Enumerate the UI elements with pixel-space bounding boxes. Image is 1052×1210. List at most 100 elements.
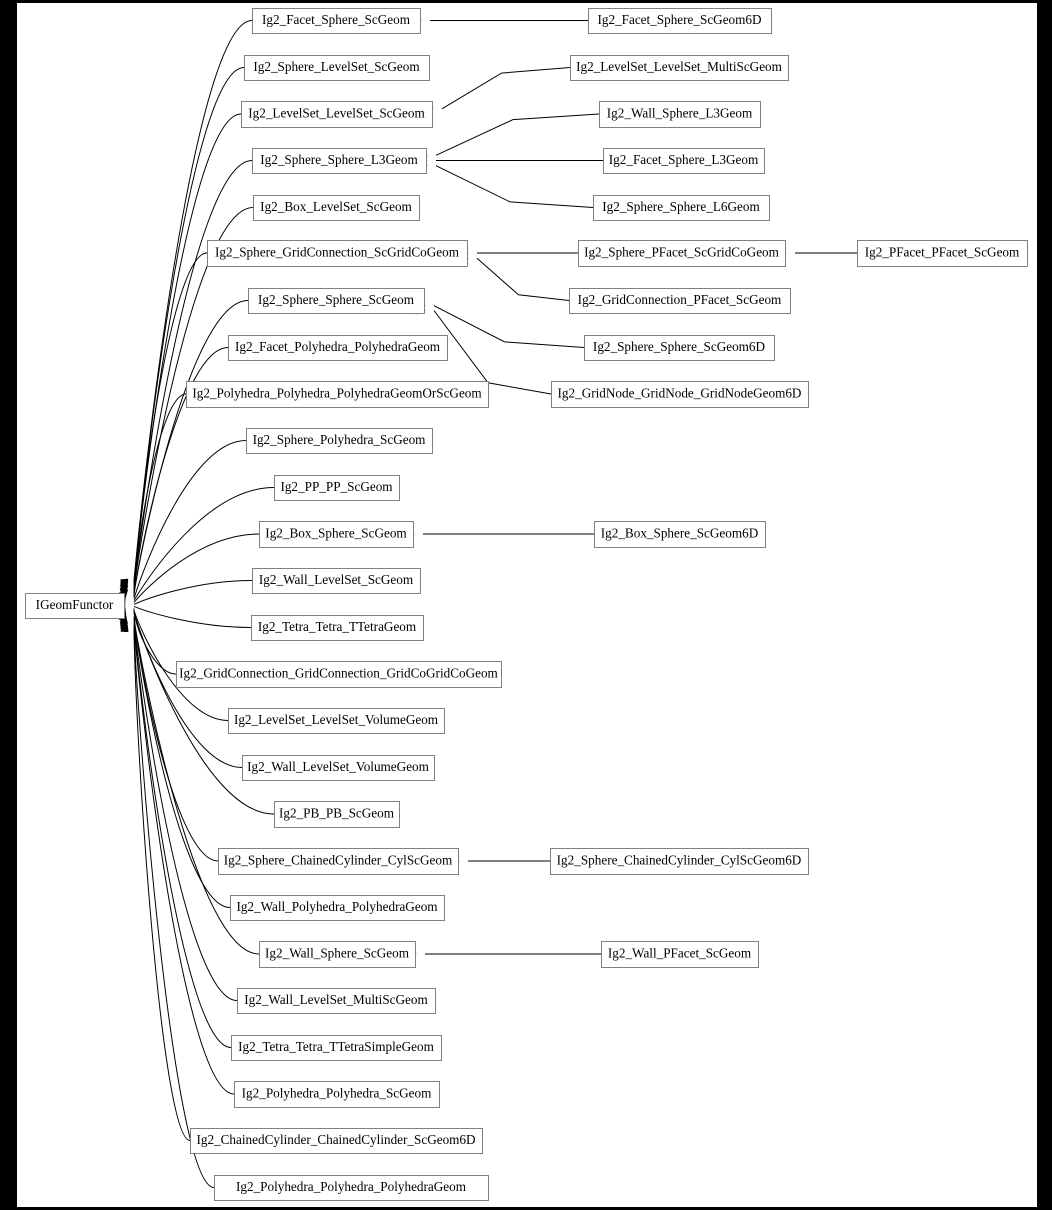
class-node-label: Ig2_GridConnection_GridConnection_GridCo…: [179, 666, 498, 681]
class-node[interactable]: Ig2_Sphere_PFacet_ScGridCoGeom: [578, 240, 786, 267]
class-node[interactable]: Ig2_Sphere_ChainedCylinder_CylScGeom6D: [550, 848, 809, 875]
class-node[interactable]: Ig2_Wall_Sphere_L3Geom: [599, 101, 761, 128]
class-node[interactable]: Ig2_Facet_Polyhedra_PolyhedraGeom: [228, 335, 448, 361]
class-node[interactable]: Ig2_Box_Sphere_ScGeom: [259, 521, 414, 548]
class-node-label: Ig2_PFacet_PFacet_ScGeom: [865, 245, 1020, 260]
inheritance-edge: [458, 248, 578, 258]
class-node[interactable]: Ig2_Sphere_Sphere_ScGeom6D: [584, 335, 775, 361]
inheritance-edge: [120, 113, 242, 592]
class-node-label: Ig2_LevelSet_LevelSet_MultiScGeom: [576, 59, 783, 74]
class-node-label: Ig2_PP_PP_ScGeom: [280, 479, 393, 494]
edge-line: [441, 67, 571, 110]
class-node[interactable]: Ig2_Wall_Sphere_ScGeom: [259, 941, 416, 968]
class-node[interactable]: Ig2_Box_Sphere_ScGeom6D: [594, 521, 766, 548]
class-node[interactable]: Ig2_Polyhedra_Polyhedra_PolyhedraGeomOrS…: [186, 381, 489, 408]
class-node-label: Ig2_Sphere_GridConnection_ScGridCoGeom: [215, 245, 460, 260]
class-node-root[interactable]: IGeomFunctor: [25, 593, 125, 619]
class-node[interactable]: Ig2_Sphere_ChainedCylinder_CylScGeom: [218, 848, 459, 875]
edge-line: [133, 612, 243, 768]
class-node-label: Ig2_GridNode_GridNode_GridNodeGeom6D: [558, 386, 802, 401]
class-node[interactable]: Ig2_GridConnection_PFacet_ScGeom: [569, 288, 791, 314]
edge-line: [133, 608, 177, 675]
class-node[interactable]: Ig2_LevelSet_LevelSet_MultiScGeom: [570, 55, 789, 81]
inheritance-edge: [118, 440, 247, 602]
class-node[interactable]: Ig2_Sphere_Polyhedra_ScGeom: [246, 428, 433, 454]
class-node[interactable]: Ig2_Sphere_GridConnection_ScGridCoGeom: [207, 240, 468, 267]
edge-layer: [114, 16, 857, 1188]
class-node[interactable]: Ig2_Tetra_Tetra_TTetraGeom: [251, 615, 424, 641]
edge-line: [133, 20, 253, 581]
class-node[interactable]: Ig2_Sphere_Sphere_L6Geom: [593, 195, 770, 221]
class-node-label: Ig2_Facet_Sphere_L3Geom: [609, 152, 759, 167]
class-node-label: Ig2_Box_LevelSet_ScGeom: [260, 199, 412, 214]
class-node-label: Ig2_Wall_Polyhedra_PolyhedraGeom: [236, 899, 438, 914]
edge-line: [133, 252, 208, 591]
class-node[interactable]: Ig2_Wall_LevelSet_MultiScGeom: [237, 988, 436, 1014]
class-node-label: Ig2_Facet_Polyhedra_PolyhedraGeom: [235, 339, 441, 354]
class-node-label: Ig2_ChainedCylinder_ChainedCylinder_ScGe…: [196, 1132, 475, 1147]
class-node-label: Ig2_Facet_Sphere_ScGeom: [262, 12, 411, 27]
class-node[interactable]: Ig2_GridNode_GridNode_GridNodeGeom6D: [551, 381, 809, 408]
inheritance-edge: [449, 856, 550, 866]
class-node-label: Ig2_Facet_Sphere_ScGeom6D: [597, 12, 761, 27]
class-node[interactable]: Ig2_Box_LevelSet_ScGeom: [253, 195, 420, 221]
class-node-label: Ig2_Box_Sphere_ScGeom: [265, 526, 407, 541]
node-layer: IGeomFunctor Ig2_Facet_Sphere_ScGeom Ig2_F…: [25, 8, 1028, 1201]
diagram-canvas: IGeomFunctor Ig2_Facet_Sphere_ScGeom Ig2_F…: [17, 3, 1037, 1207]
class-node-label: Ig2_Tetra_Tetra_TTetraSimpleGeom: [238, 1039, 434, 1054]
class-node[interactable]: Ig2_PB_PB_ScGeom: [274, 801, 400, 828]
class-node[interactable]: Ig2_Polyhedra_Polyhedra_PolyhedraGeom: [214, 1175, 489, 1201]
class-node-label: Ig2_Tetra_Tetra_TTetraGeom: [258, 619, 417, 634]
inheritance-edge: [417, 156, 603, 165]
class-node[interactable]: Ig2_LevelSet_LevelSet_ScGeom: [241, 101, 433, 128]
class-node-label: Ig2_Sphere_Sphere_ScGeom: [258, 292, 415, 307]
class-node[interactable]: Ig2_ChainedCylinder_ChainedCylinder_ScGe…: [190, 1128, 483, 1154]
class-node-label: Ig2_Wall_LevelSet_MultiScGeom: [244, 992, 428, 1007]
class-node-label: Ig2_Polyhedra_Polyhedra_ScGeom: [242, 1086, 432, 1101]
class-node[interactable]: Ig2_Wall_LevelSet_VolumeGeom: [242, 755, 435, 781]
class-node[interactable]: Ig2_PFacet_PFacet_ScGeom: [857, 240, 1028, 267]
class-node-label: Ig2_PB_PB_ScGeom: [279, 806, 395, 821]
edge-line: [133, 533, 260, 603]
class-node-label: Ig2_Sphere_Sphere_L6Geom: [602, 199, 760, 214]
edge-line: [133, 393, 187, 597]
class-node[interactable]: Ig2_Polyhedra_Polyhedra_ScGeom: [234, 1081, 440, 1108]
inheritance-edge: [423, 67, 571, 113]
class-node[interactable]: Ig2_Wall_Polyhedra_PolyhedraGeom: [230, 895, 445, 921]
edge-line: [133, 67, 245, 583]
inheritance-edge: [120, 620, 191, 1141]
class-node[interactable]: Ig2_Sphere_Sphere_ScGeom: [248, 288, 425, 314]
class-node[interactable]: Ig2_Facet_Sphere_L3Geom: [603, 148, 765, 174]
inheritance-edge: [120, 621, 215, 1188]
class-node-label: Ig2_LevelSet_LevelSet_ScGeom: [248, 106, 425, 121]
class-node-label: Ig2_Wall_Sphere_L3Geom: [607, 106, 753, 121]
inheritance-edge: [404, 529, 594, 539]
inheritance-edge: [458, 254, 570, 301]
inheritance-edge: [417, 113, 600, 160]
edge-line: [133, 160, 253, 587]
class-node[interactable]: Ig2_Sphere_Sphere_L3Geom: [252, 148, 427, 174]
class-node-label: Ig2_Wall_LevelSet_VolumeGeom: [247, 759, 430, 774]
class-node[interactable]: Ig2_Facet_Sphere_ScGeom6D: [588, 8, 772, 34]
class-node-label: Ig2_GridConnection_PFacet_ScGeom: [578, 292, 782, 307]
class-node[interactable]: Ig2_Sphere_LevelSet_ScGeom: [244, 55, 430, 81]
class-node-label: Ig2_Wall_PFacet_ScGeom: [608, 946, 752, 961]
class-node-label: Ig2_Polyhedra_Polyhedra_PolyhedraGeomOrS…: [192, 386, 482, 401]
class-node-label: Ig2_Sphere_Polyhedra_ScGeom: [253, 432, 427, 447]
class-node-label: Ig2_Polyhedra_Polyhedra_PolyhedraGeom: [236, 1179, 467, 1194]
class-node[interactable]: Ig2_Wall_LevelSet_ScGeom: [252, 568, 421, 594]
class-node[interactable]: Ig2_PP_PP_ScGeom: [274, 475, 400, 501]
class-node[interactable]: Ig2_Tetra_Tetra_TTetraSimpleGeom: [231, 1035, 442, 1061]
class-node[interactable]: Ig2_GridConnection_GridConnection_GridCo…: [176, 661, 502, 688]
edge-line: [435, 113, 600, 156]
class-node-label: Ig2_Sphere_Sphere_L3Geom: [260, 152, 418, 167]
inheritance-edge: [411, 16, 588, 25]
graph-svg: IGeomFunctor Ig2_Facet_Sphere_ScGeom Ig2_F…: [25, 8, 1028, 1201]
inheritance-edge: [776, 248, 857, 258]
class-node-label: Ig2_Sphere_ChainedCylinder_CylScGeom6D: [557, 853, 802, 868]
class-node-label: Ig2_Sphere_Sphere_ScGeom6D: [593, 339, 765, 354]
class-node[interactable]: Ig2_LevelSet_LevelSet_VolumeGeom: [228, 708, 445, 734]
class-node[interactable]: Ig2_Facet_Sphere_ScGeom: [252, 8, 421, 34]
class-node[interactable]: Ig2_Wall_PFacet_ScGeom: [601, 941, 759, 968]
class-node-label: Ig2_Box_Sphere_ScGeom6D: [601, 526, 759, 541]
